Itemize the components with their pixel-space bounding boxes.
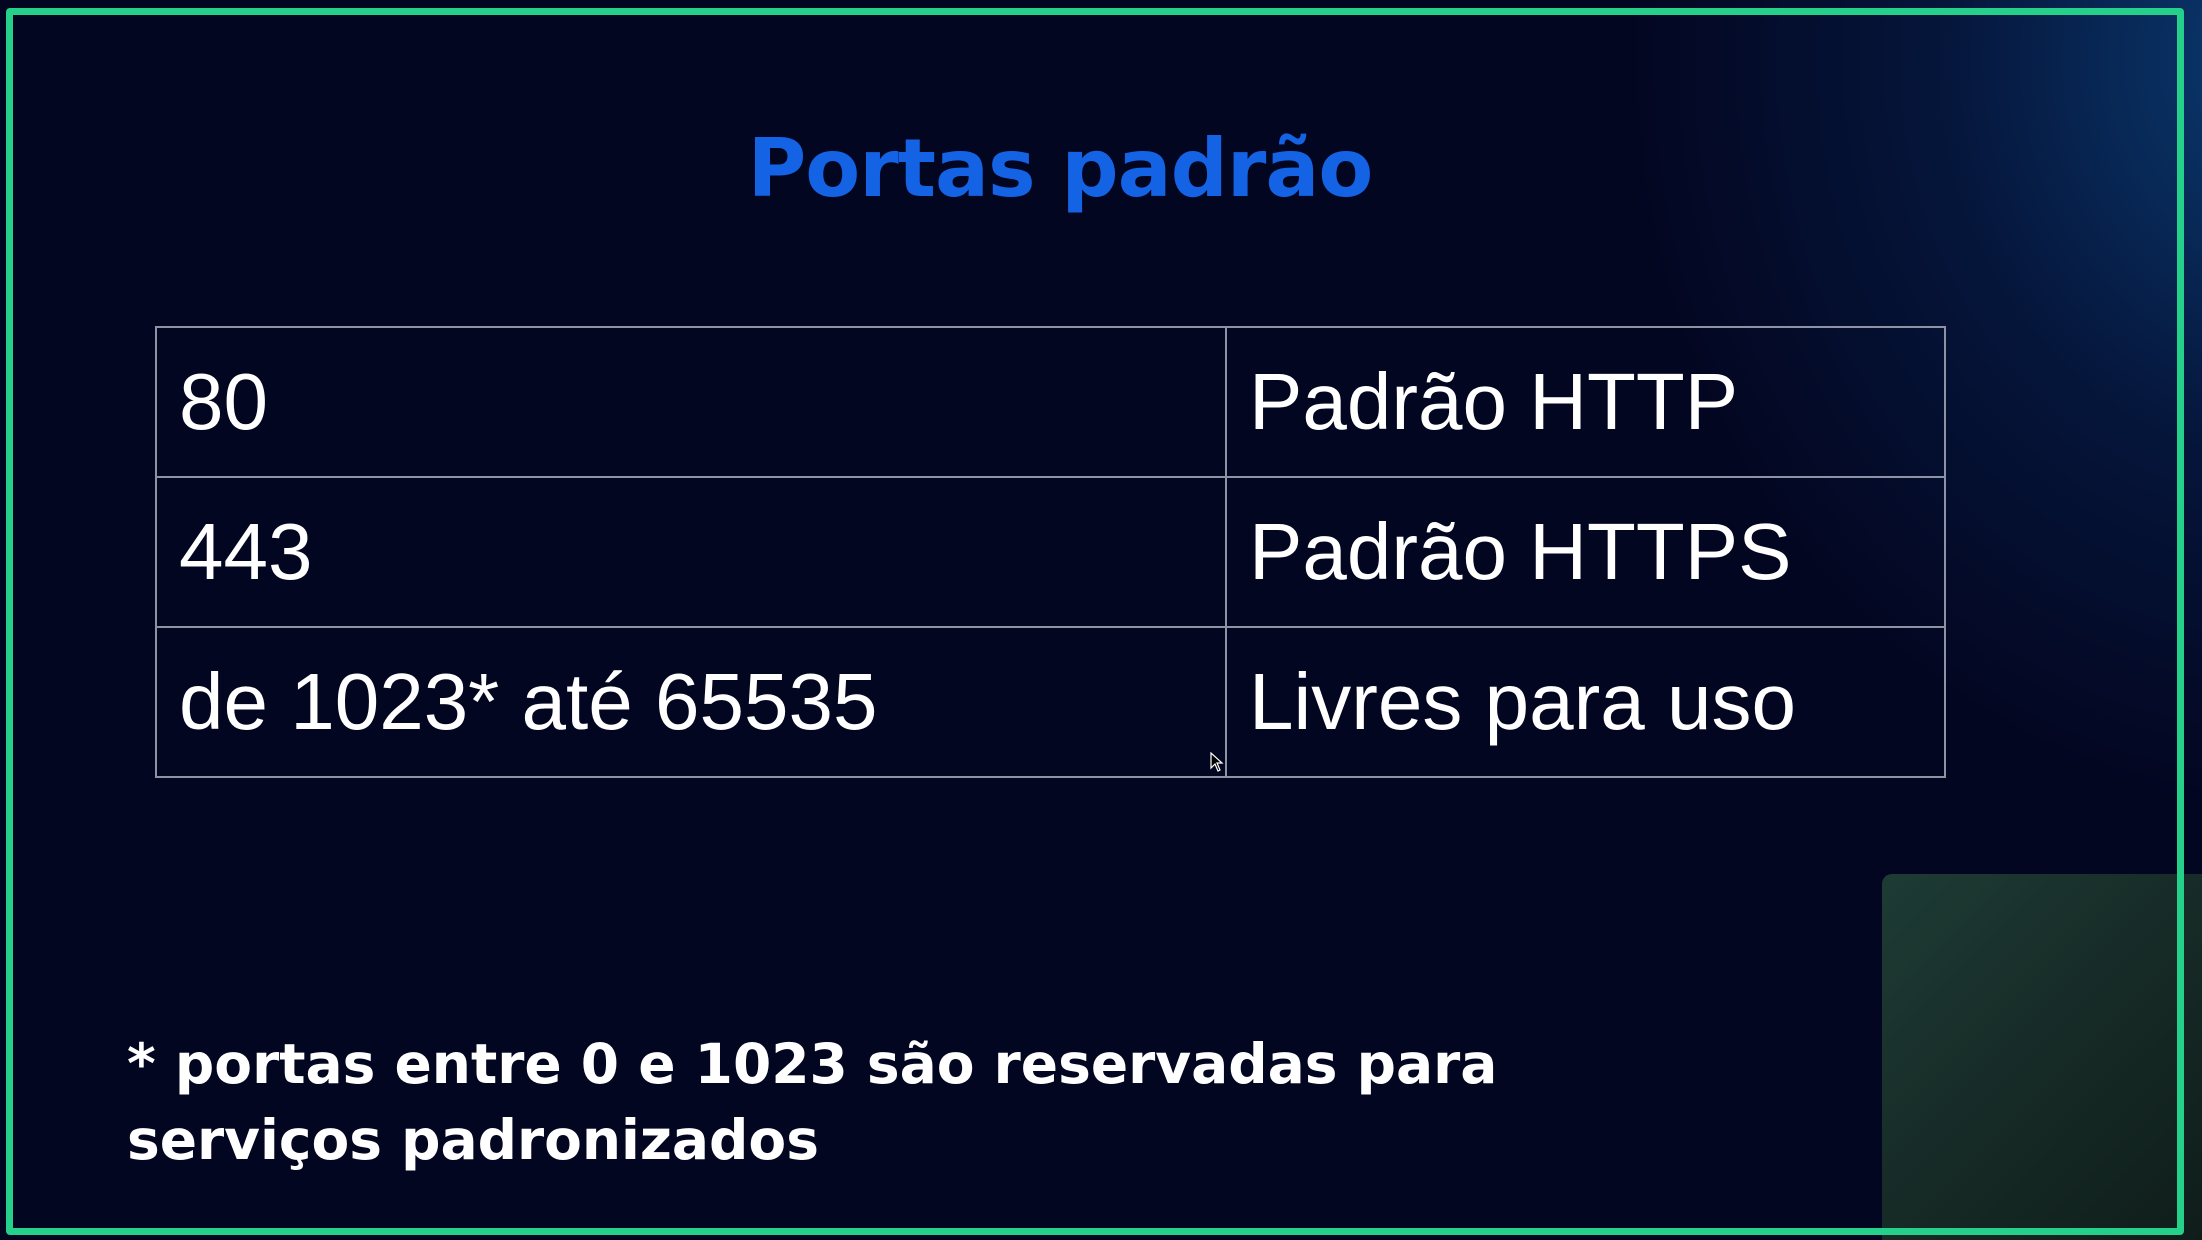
table-row: 80 Padrão HTTP [155,326,1946,478]
slide-title: Portas padrão [747,122,1374,215]
table-row: de 1023* até 65535 Livres para uso [155,626,1946,778]
footnote: * portas entre 0 e 1023 são reservadas p… [127,1026,1497,1178]
presentation-slide: Portas padrão 80 Padrão HTTP 443 Padrão … [0,0,2202,1240]
webcam-overlay [1882,874,2202,1240]
description-cell: Padrão HTTPS [1225,476,1946,628]
footnote-line: * portas entre 0 e 1023 são reservadas p… [127,1032,1498,1096]
port-cell: 443 [155,476,1227,628]
port-cell: de 1023* até 65535 [155,626,1227,778]
description-cell: Livres para uso [1225,626,1946,778]
mouse-cursor-icon [1210,752,1224,772]
ports-table: 80 Padrão HTTP 443 Padrão HTTPS de 1023*… [155,326,1946,778]
table-row: 443 Padrão HTTPS [155,476,1946,628]
port-cell: 80 [155,326,1227,478]
footnote-line: serviços padronizados [127,1108,819,1172]
description-cell: Padrão HTTP [1225,326,1946,478]
